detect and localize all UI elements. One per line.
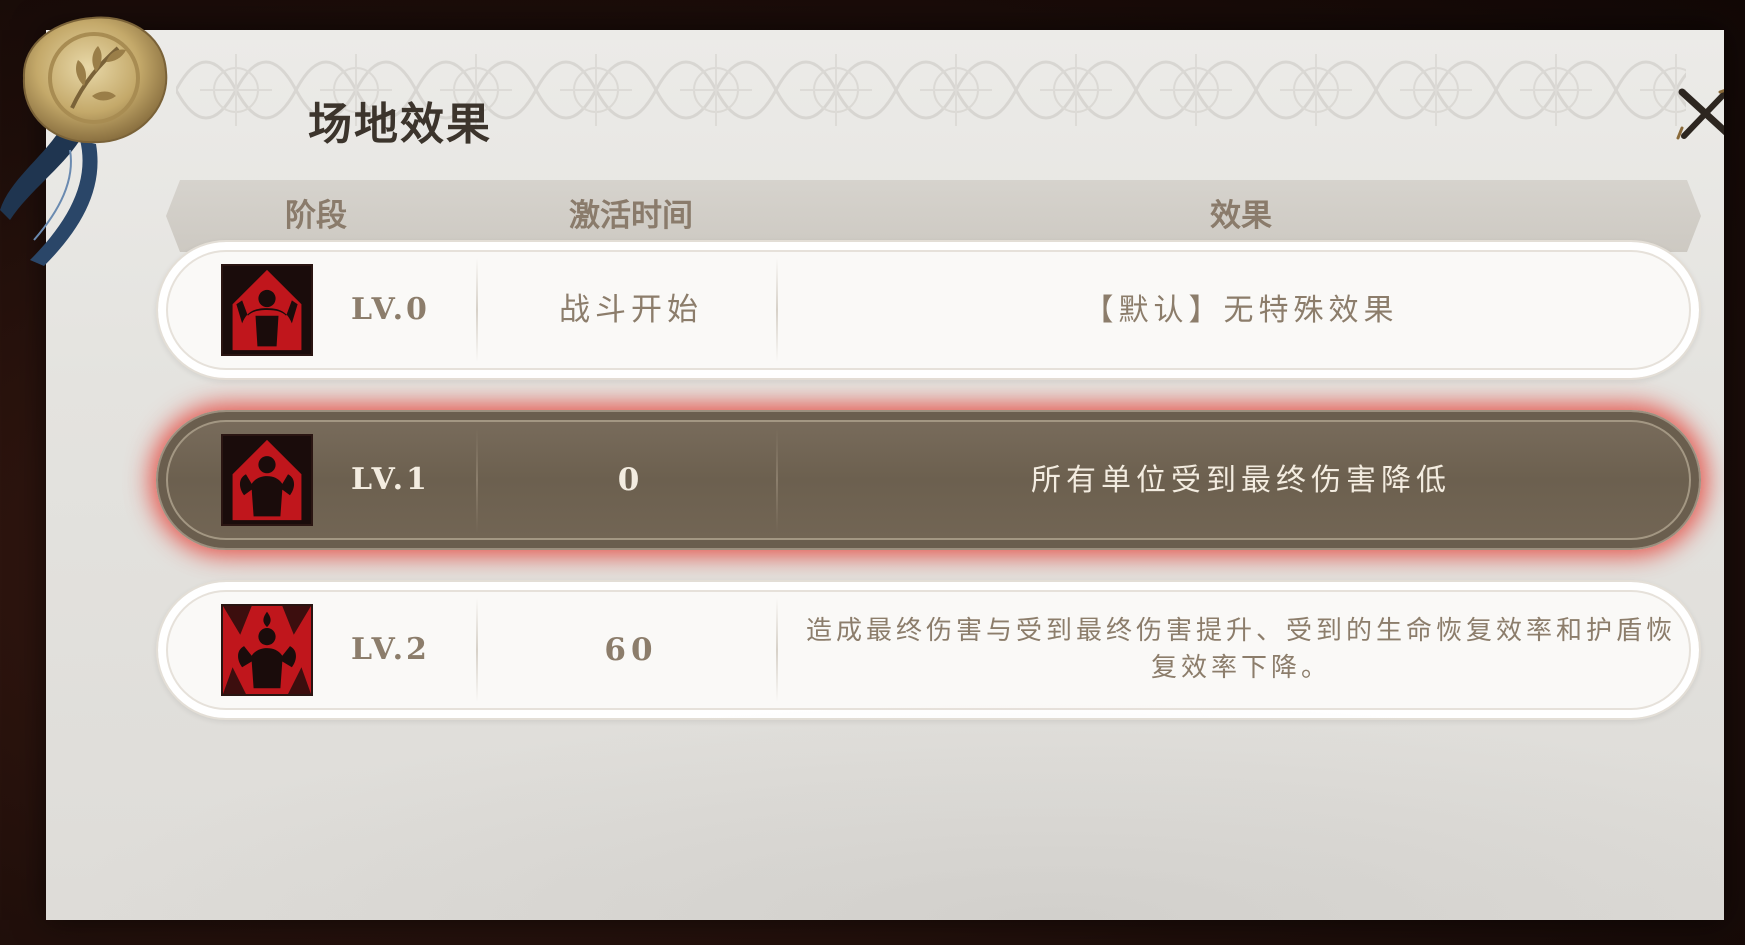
divider bbox=[476, 428, 478, 532]
divider bbox=[476, 258, 478, 362]
stage-row-lv0[interactable]: LV.0 战斗开始 【默认】无特殊效果 bbox=[156, 240, 1701, 380]
field-effect-panel: 场地效果 阶段 激活时间 效果 LV.0 战斗开始 【默认】无特殊效果 LV.1… bbox=[46, 30, 1724, 920]
activation-time: 战斗开始 bbox=[559, 292, 703, 328]
stage-level: LV.0 bbox=[351, 292, 430, 327]
activation-time: 60 bbox=[604, 632, 658, 668]
stage-level: LV.1 bbox=[351, 462, 430, 497]
activation-time: 0 bbox=[617, 462, 645, 498]
close-icon[interactable] bbox=[1674, 86, 1724, 140]
wax-seal-icon bbox=[22, 16, 168, 144]
effect-description: 造成最终伤害与受到最终伤害提升、受到的生命恢复效率和护盾恢复效率下降。 bbox=[805, 616, 1676, 683]
divider bbox=[776, 598, 778, 702]
stage-row-lv1[interactable]: LV.1 0 所有单位受到最终伤害降低 bbox=[156, 410, 1701, 550]
panel-title: 场地效果 bbox=[308, 99, 492, 150]
divider bbox=[776, 428, 778, 532]
burning-figure-icon bbox=[221, 604, 313, 696]
divider bbox=[776, 258, 778, 362]
effect-description: 【默认】无特殊效果 bbox=[1083, 292, 1399, 328]
raised-arms-figure-icon bbox=[221, 264, 313, 356]
effect-description: 所有单位受到最终伤害降低 bbox=[1031, 462, 1451, 498]
flexing-figure-icon bbox=[221, 434, 313, 526]
divider bbox=[476, 598, 478, 702]
stage-row-lv2[interactable]: LV.2 60 造成最终伤害与受到最终伤害提升、受到的生命恢复效率和护盾恢复效率… bbox=[156, 580, 1701, 720]
stage-level: LV.2 bbox=[351, 632, 430, 667]
